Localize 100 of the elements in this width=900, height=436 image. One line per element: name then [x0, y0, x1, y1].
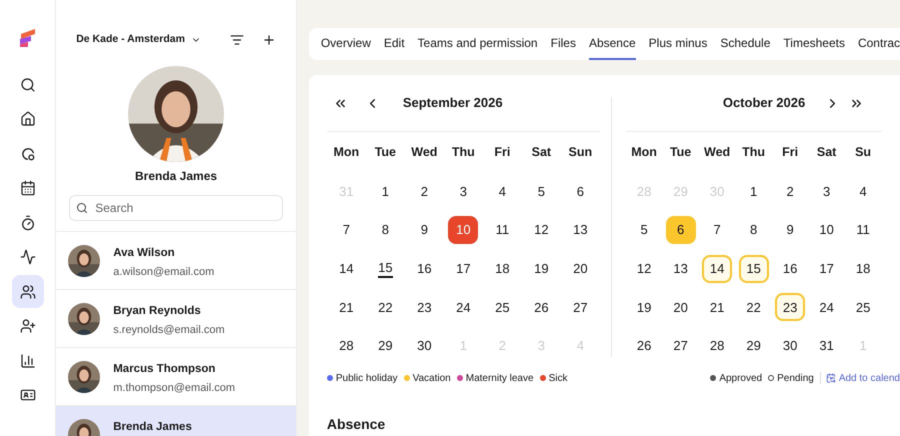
- calendar-day[interactable]: 8: [738, 216, 769, 244]
- weekday-label: Thu: [742, 144, 766, 161]
- calendar-day[interactable]: 7: [331, 216, 362, 244]
- tab[interactable]: Contrac: [858, 28, 900, 60]
- calendar-day[interactable]: 26: [526, 293, 556, 322]
- calendar-day[interactable]: 18: [487, 254, 518, 283]
- calendar-day[interactable]: 26: [629, 332, 660, 360]
- calendar-day[interactable]: 13: [565, 216, 596, 244]
- people-icon: [20, 284, 36, 300]
- calendar-day[interactable]: 24: [812, 293, 842, 322]
- search-icon: [20, 76, 36, 92]
- calendar-day[interactable]: 27: [565, 293, 596, 322]
- calendar-day[interactable]: 13: [666, 254, 696, 283]
- calendar-day[interactable]: 8: [370, 216, 400, 244]
- calendar-day[interactable]: 21: [702, 293, 732, 322]
- absence-day[interactable]: 23: [775, 293, 806, 322]
- calendar-day[interactable]: 16: [409, 254, 440, 283]
- calendar-day[interactable]: 29: [738, 332, 769, 360]
- calendar-day[interactable]: 17: [812, 254, 842, 283]
- calendar-day[interactable]: 2: [409, 177, 440, 206]
- contact-name: Ava Wilson: [113, 246, 176, 261]
- weekday-label: Su: [855, 144, 872, 161]
- calendar-day[interactable]: 1: [370, 177, 400, 206]
- contact-email: m.thompson@email.com: [113, 381, 236, 396]
- status-label: Approved: [719, 372, 762, 386]
- calendar-day[interactable]: 28: [331, 332, 362, 360]
- contact-name: Bryan Reynolds: [113, 304, 202, 319]
- circle-badge-icon: [20, 146, 36, 162]
- calendar-day[interactable]: 19: [629, 293, 660, 322]
- calendar-day[interactable]: 20: [565, 254, 596, 283]
- calendar-day[interactable]: 3: [448, 177, 478, 206]
- calendar-day[interactable]: 25: [848, 293, 878, 322]
- calendar-day[interactable]: 10: [812, 216, 842, 244]
- tab[interactable]: Schedule: [720, 28, 770, 60]
- tab[interactable]: Edit: [384, 28, 405, 60]
- calendar-day[interactable]: 11: [487, 216, 518, 244]
- contact-email: a.wilson@email.com: [113, 265, 214, 280]
- contact-name: Marcus Thompson: [113, 362, 216, 377]
- calendar-day[interactable]: 5: [526, 177, 556, 206]
- tab[interactable]: Files: [550, 28, 576, 60]
- tab[interactable]: Plus minus: [648, 28, 708, 60]
- weekday-label: Sat: [816, 144, 836, 161]
- absence-day[interactable]: 15: [738, 254, 769, 283]
- filter-button[interactable]: [230, 33, 244, 47]
- calendar-day[interactable]: 3: [812, 177, 842, 206]
- calendar-day[interactable]: 30: [775, 332, 806, 360]
- weekday-label: Tue: [374, 144, 396, 161]
- add-to-calendar-link[interactable]: Add to calend: [826, 370, 900, 386]
- weekday-label: Wed: [411, 144, 438, 161]
- add-button[interactable]: [262, 33, 276, 47]
- absence-day[interactable]: 6: [666, 216, 696, 244]
- calendar-day[interactable]: 9: [409, 216, 440, 244]
- calendar-day[interactable]: 11: [848, 216, 878, 244]
- calendar-day[interactable]: 24: [448, 293, 478, 322]
- calendar-day[interactable]: 12: [526, 216, 556, 244]
- calendar-day[interactable]: 29: [370, 332, 400, 360]
- calendar-day[interactable]: 23: [409, 293, 440, 322]
- calendar-day[interactable]: 31: [812, 332, 842, 360]
- calendar-day[interactable]: 22: [738, 293, 769, 322]
- legend-label: Public holiday: [336, 372, 398, 386]
- tab[interactable]: Timesheets: [783, 28, 845, 60]
- calendar-day[interactable]: 17: [448, 254, 478, 283]
- user-plus-icon: [20, 318, 36, 334]
- calendar-day[interactable]: 4: [848, 177, 878, 206]
- nav-item[interactable]: [12, 275, 44, 308]
- calendar-day[interactable]: 2: [775, 177, 806, 206]
- calendar-day[interactable]: 18: [848, 254, 878, 283]
- weekday-label: Mon: [631, 144, 657, 161]
- calendar-day[interactable]: 21: [331, 293, 362, 322]
- calendar-day[interactable]: 30: [409, 332, 440, 360]
- tab[interactable]: Teams and permission: [418, 28, 538, 60]
- calendar-day[interactable]: 27: [666, 332, 696, 360]
- tab[interactable]: Overview: [320, 28, 371, 60]
- calendar-day[interactable]: 4: [487, 177, 518, 206]
- location-dropdown[interactable]: De Kade - Amsterdam: [76, 32, 201, 48]
- calendar-day[interactable]: 19: [526, 254, 556, 283]
- contact-item[interactable]: Brenda James: [56, 406, 296, 436]
- calendar-day[interactable]: 5: [629, 216, 660, 244]
- calendar-day[interactable]: 15: [370, 254, 400, 283]
- calendar-day[interactable]: 12: [629, 254, 660, 283]
- search-input[interactable]: Search: [95, 199, 276, 217]
- absence-day[interactable]: 10: [448, 216, 478, 244]
- calendar-day[interactable]: 22: [370, 293, 400, 322]
- calendar-day[interactable]: 1: [738, 177, 769, 206]
- calendar-day[interactable]: 7: [702, 216, 732, 244]
- calendar-day[interactable]: 16: [775, 254, 806, 283]
- legend-label: Maternity leave: [466, 372, 534, 386]
- calendar-day[interactable]: 28: [702, 332, 732, 360]
- search-field[interactable]: Search: [69, 195, 283, 221]
- tab[interactable]: Absence: [588, 28, 636, 60]
- calendar-day[interactable]: 20: [666, 293, 696, 322]
- bar-chart-icon: [20, 352, 36, 368]
- profile-name: Brenda James: [135, 168, 218, 185]
- calendar-day[interactable]: 9: [775, 216, 806, 244]
- search-icon: [76, 202, 88, 214]
- weekday-label: Sat: [532, 144, 552, 161]
- absence-day[interactable]: 14: [702, 254, 732, 283]
- calendar-day[interactable]: 14: [331, 254, 362, 283]
- calendar-day[interactable]: 6: [565, 177, 596, 206]
- calendar-day[interactable]: 25: [487, 293, 518, 322]
